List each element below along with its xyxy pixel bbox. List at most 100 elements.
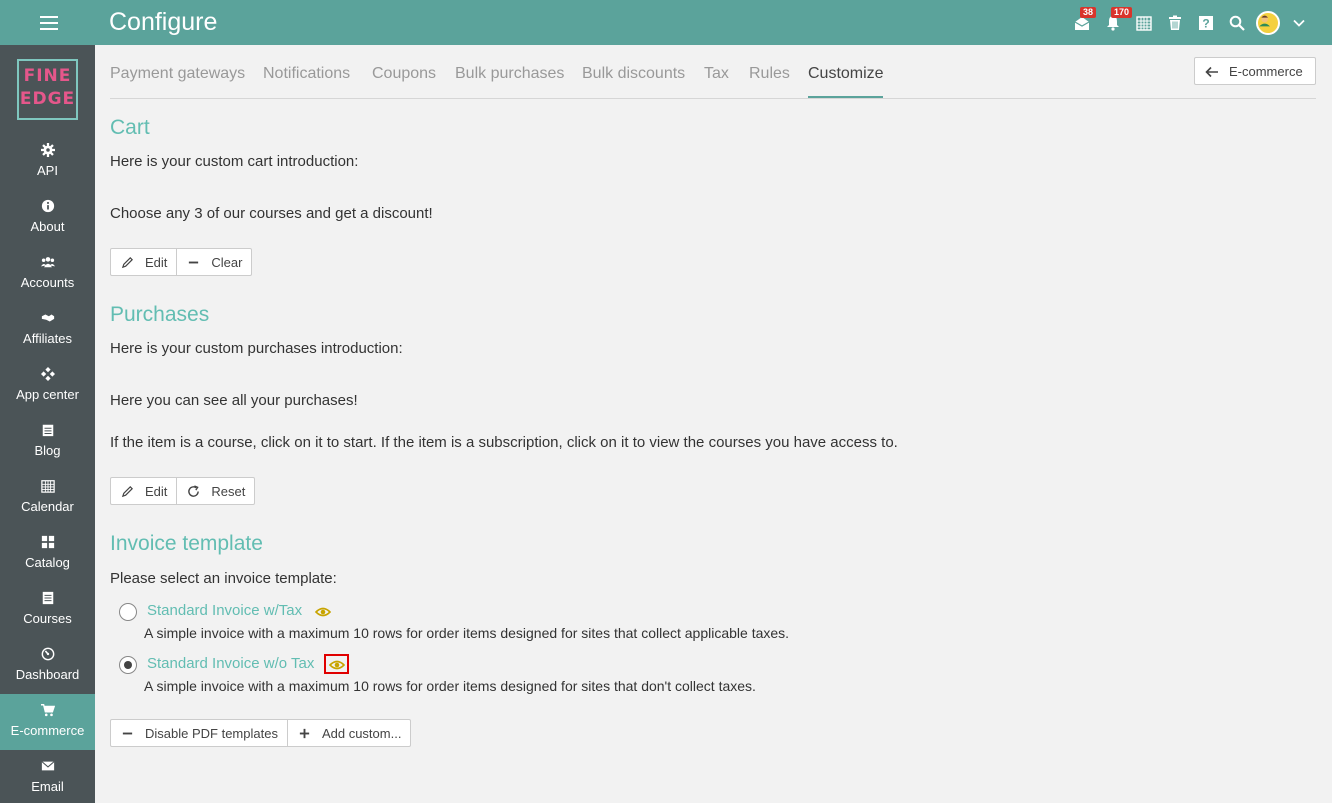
add-custom-template-button[interactable]: Add custom... <box>286 720 410 746</box>
cart-button-group: Edit Clear <box>110 248 253 276</box>
sidebar-item-email[interactable]: Email <box>0 750 95 803</box>
notifications-button[interactable]: 170 <box>1097 0 1133 45</box>
sidebar-item-label: Calendar <box>21 499 74 514</box>
eye-icon[interactable] <box>315 605 331 619</box>
purchases-reset-button[interactable]: Reset <box>176 478 254 504</box>
invoice-with-tax-description: A simple invoice with a maximum 10 rows … <box>144 625 790 641</box>
invoice-with-tax-radio[interactable] <box>119 603 137 621</box>
purchases-edit-label: Edit <box>145 483 168 499</box>
cart-intro-text: Here is your custom cart introduction: <box>110 153 359 170</box>
purchases-section-title: Purchases <box>110 303 210 326</box>
sidebar-item-accounts[interactable]: Accounts <box>0 246 95 302</box>
reset-icon <box>188 484 200 497</box>
purchases-intro-text: Here is your custom purchases introducti… <box>110 340 403 357</box>
tab-rules[interactable]: Rules <box>749 65 790 83</box>
tab-coupons[interactable]: Coupons <box>372 65 436 83</box>
disable-pdf-templates-button[interactable]: Disable PDF templates <box>111 720 287 746</box>
back-to-e-commerce-button[interactable]: E-commerce <box>1194 57 1316 85</box>
invoice-section-title: Invoice template <box>110 532 263 555</box>
sidebar-item-app-center[interactable]: App center <box>0 358 95 414</box>
dashboard-icon <box>41 647 54 661</box>
calendar-button[interactable] <box>1128 0 1159 45</box>
invoice-without-tax-label[interactable]: Standard Invoice w/o Tax <box>147 655 314 672</box>
help-button[interactable]: ? <box>1190 0 1221 45</box>
cart-edit-button[interactable]: Edit <box>111 249 176 275</box>
sidebar-item-calendar[interactable]: Calendar <box>0 470 95 526</box>
cart-icon <box>40 704 55 717</box>
sidebar-item-dashboard[interactable]: Dashboard <box>0 638 95 694</box>
blog-icon <box>42 424 53 437</box>
search-button[interactable] <box>1221 0 1252 45</box>
purchases-button-group: Edit Reset <box>110 477 256 505</box>
sidebar-item-courses[interactable]: Courses <box>0 582 95 638</box>
avatar <box>1255 10 1280 35</box>
messages-button[interactable]: 38 <box>1066 0 1097 45</box>
sidebar-item-label: Affiliates <box>23 331 72 346</box>
envelope-icon <box>41 761 54 771</box>
minus-icon <box>189 261 199 263</box>
cart-section-title: Cart <box>110 116 150 139</box>
settings-tabs: Payment gateways Notifications Coupons B… <box>110 45 1316 99</box>
sidebar-item-label: Blog <box>34 443 61 458</box>
tab-notifications[interactable]: Notifications <box>263 65 350 83</box>
back-button-label: E-commerce <box>1229 64 1303 79</box>
purchases-line-1: Here you can see all your purchases! <box>110 392 358 409</box>
sidebar-item-blog[interactable]: Blog <box>0 414 95 470</box>
sidebar-item-e-commerce[interactable]: E-commerce <box>0 694 95 750</box>
tab-tax[interactable]: Tax <box>704 65 729 83</box>
invoice-without-tax-radio[interactable] <box>119 656 137 674</box>
search-icon <box>1229 15 1245 31</box>
sidebar: FINE EDGE API About Accounts Affiliates … <box>0 45 95 803</box>
sidebar-item-api[interactable]: API <box>0 134 95 190</box>
fine-edge-logo[interactable]: FINE EDGE <box>17 59 78 120</box>
handshake-icon <box>41 314 54 322</box>
purchases-line-2: If the item is a course, click on it to … <box>110 434 898 451</box>
cart-edit-label: Edit <box>145 254 168 270</box>
tab-bulk-purchases[interactable]: Bulk purchases <box>455 65 564 83</box>
invoice-without-tax-description: A simple invoice with a maximum 10 rows … <box>144 678 756 694</box>
user-dropdown-button[interactable] <box>1283 0 1314 45</box>
logo-line-1: FINE <box>23 66 72 86</box>
help-icon: ? <box>1198 15 1213 30</box>
trash-button[interactable] <box>1159 0 1190 45</box>
calendar-icon <box>40 480 55 493</box>
eye-icon[interactable] <box>329 658 345 672</box>
logo-line-2: EDGE <box>19 89 76 109</box>
purchases-reset-label: Reset <box>211 483 246 499</box>
apps-icon <box>40 367 55 381</box>
sidebar-item-affiliates[interactable]: Affiliates <box>0 302 95 358</box>
disable-pdf-label: Disable PDF templates <box>145 725 278 741</box>
add-custom-label: Add custom... <box>321 725 402 741</box>
top-bar: Configure 38 170 ? <box>0 0 1332 45</box>
messages-badge: 38 <box>1080 7 1097 18</box>
tab-customize[interactable]: Customize <box>808 65 884 83</box>
user-menu-button[interactable] <box>1252 0 1283 45</box>
cart-clear-button[interactable]: Clear <box>176 249 251 275</box>
users-icon <box>40 257 55 268</box>
calendar-grid-icon <box>1135 15 1152 31</box>
active-tab-indicator <box>808 96 883 98</box>
courses-icon <box>42 591 53 605</box>
cart-clear-label: Clear <box>211 254 243 270</box>
grid-icon <box>41 535 54 549</box>
sidebar-item-label: API <box>37 163 58 178</box>
cart-message-text: Choose any 3 of our courses and get a di… <box>110 205 433 222</box>
sidebar-item-label: Dashboard <box>15 667 80 682</box>
invoice-button-group: Disable PDF templates Add custom... <box>110 719 412 747</box>
svg-text:?: ? <box>1202 16 1209 30</box>
sidebar-item-label: Catalog <box>25 555 70 570</box>
sidebar-item-label: App center <box>16 387 79 402</box>
tab-bulk-discounts[interactable]: Bulk discounts <box>582 65 685 83</box>
sidebar-item-label: E-commerce <box>10 723 85 738</box>
hamburger-menu-icon[interactable] <box>36 12 62 34</box>
sidebar-item-catalog[interactable]: Catalog <box>0 526 95 582</box>
gear-icon <box>40 143 55 157</box>
sidebar-item-about[interactable]: About <box>0 190 95 246</box>
page-title: Configure <box>109 8 218 36</box>
tab-payment-gateways[interactable]: Payment gateways <box>110 65 245 83</box>
purchases-edit-button[interactable]: Edit <box>111 478 176 504</box>
pencil-icon <box>121 256 133 268</box>
plus-icon <box>299 728 310 738</box>
invoice-with-tax-label[interactable]: Standard Invoice w/Tax <box>147 602 302 619</box>
trash-icon <box>1168 15 1181 30</box>
